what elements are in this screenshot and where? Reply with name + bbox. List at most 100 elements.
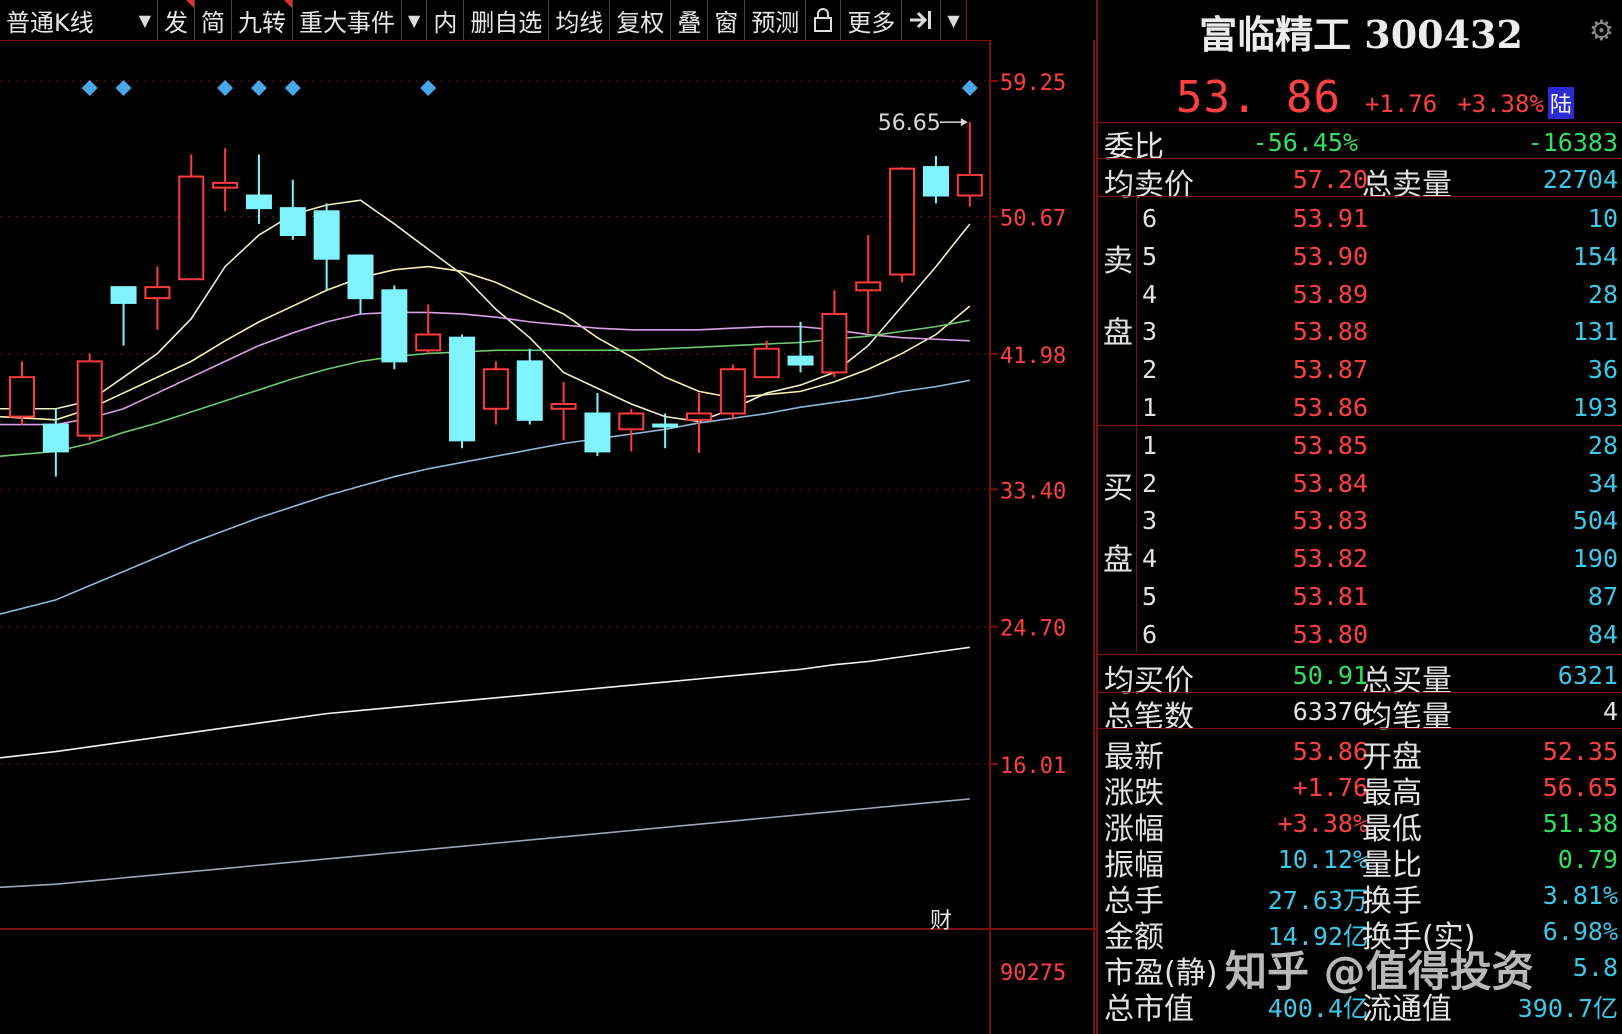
quote-line: 53. 86 +1.76 +3.38% 陆 xyxy=(1176,72,1574,123)
candle xyxy=(855,235,882,333)
candle xyxy=(313,203,340,291)
candle-body xyxy=(482,368,509,410)
buy-volume: 190 xyxy=(1572,544,1618,574)
period-selector[interactable]: 普通K线 ▼ xyxy=(0,0,158,40)
sell-volume: 36 xyxy=(1587,355,1618,385)
financial-report-marker[interactable]: 财 xyxy=(930,903,952,935)
sell-side-label: 卖盘 xyxy=(1100,226,1136,370)
candle xyxy=(753,340,780,379)
sell-level: 4 xyxy=(1142,279,1158,309)
toolbar-item-jiuzhuan[interactable]: 九转 xyxy=(232,0,293,40)
candle xyxy=(144,266,171,330)
price-tick-label: 41.98 xyxy=(1000,344,1066,369)
stat-value2: 52.35 xyxy=(1542,736,1618,766)
buy-side-char: 盘 xyxy=(1103,542,1133,578)
sell-side-char: 卖 xyxy=(1103,244,1133,279)
toolbar-item-remove-watchlist[interactable]: 删自选 xyxy=(464,0,550,40)
toolbar-item-jian[interactable]: 简 xyxy=(195,0,232,40)
buy-price[interactable]: 53.83 xyxy=(1293,506,1368,535)
candle-body xyxy=(787,355,814,366)
toolbar-item-forecast[interactable]: 预测 xyxy=(745,0,807,40)
event-markers xyxy=(81,80,978,96)
buy-level: 4 xyxy=(1142,544,1158,574)
exit-icon[interactable] xyxy=(902,0,942,40)
toolbar-item-nei[interactable]: 内 xyxy=(427,0,465,40)
candle-body xyxy=(821,312,848,374)
candle xyxy=(9,361,35,425)
panel-divider xyxy=(1098,196,1622,197)
sell-price[interactable]: 53.89 xyxy=(1293,280,1368,309)
toolbar-item-major-events[interactable]: 重大事件 xyxy=(293,0,402,40)
stat-value: 27.63万 xyxy=(1267,885,1368,915)
candle xyxy=(550,381,577,441)
lock-icon[interactable] xyxy=(806,0,842,40)
sell-level: 3 xyxy=(1142,317,1158,347)
chevron-down-icon: ▼ xyxy=(947,10,960,30)
toolbar-item-window[interactable]: 窗 xyxy=(708,0,746,40)
buy-side-char: 买 xyxy=(1103,470,1133,506)
sell-price[interactable]: 53.88 xyxy=(1293,317,1368,346)
major-events-label: 重大事件 xyxy=(299,8,395,37)
event-marker-icon xyxy=(217,80,234,96)
buy-price[interactable]: 53.80 xyxy=(1293,620,1368,649)
moving-average-line xyxy=(0,379,970,615)
candle xyxy=(482,361,509,425)
candle xyxy=(618,408,645,452)
sell-price[interactable]: 53.91 xyxy=(1293,204,1368,233)
toolbar-item-more[interactable]: 更多 xyxy=(841,0,903,40)
candle-body xyxy=(381,289,408,363)
buy-volume: 84 xyxy=(1587,619,1618,649)
stat-value2: 6.98% xyxy=(1542,916,1618,946)
candle-body xyxy=(956,173,983,197)
candle-body xyxy=(76,360,103,437)
toolbar-item-overlay[interactable]: 叠 xyxy=(671,0,709,40)
candle xyxy=(922,156,949,204)
event-marker-icon xyxy=(250,80,267,96)
major-events-dropdown[interactable]: ▼ xyxy=(402,0,428,40)
sell-level: 5 xyxy=(1142,241,1158,271)
candle xyxy=(381,285,408,370)
candle xyxy=(279,179,306,240)
totals-label: 总笔数 xyxy=(1104,699,1194,735)
stat-value: 10.12% xyxy=(1277,844,1368,874)
price-change-pct: +3.38% xyxy=(1457,90,1544,118)
candle-body xyxy=(550,403,577,410)
stat-value2: 51.38 xyxy=(1542,808,1618,838)
price-tick-label: 24.70 xyxy=(1000,617,1066,642)
toolbar-item-moving-avg[interactable]: 均线 xyxy=(549,0,611,40)
candle-body xyxy=(922,166,949,197)
sell-volume: 193 xyxy=(1572,393,1618,422)
period-label: 普通K线 xyxy=(6,8,94,37)
chart-toolbar: 普通K线 ▼ 发 简 九转 重大事件 ▼ 内 删自选 均线 复权 叠 窗 预测 … xyxy=(0,0,992,41)
sell-price[interactable]: 53.87 xyxy=(1293,355,1368,384)
panel-divider xyxy=(1098,158,1622,159)
sell-price[interactable]: 53.86 xyxy=(1293,393,1368,422)
candle xyxy=(245,154,272,224)
candle-body xyxy=(516,360,543,421)
kline-chart[interactable]: 59.25 50.67 41.98 33.40 24.70 16.01 90275 56.65 xyxy=(0,40,1096,1034)
candle xyxy=(110,286,137,346)
candle-body xyxy=(753,347,780,379)
candle xyxy=(584,392,611,457)
stat-value2: 0.79 xyxy=(1557,844,1618,874)
high-price-annotation: 56.65 xyxy=(878,111,941,136)
avg-ask-label: 均卖价 xyxy=(1104,168,1194,203)
toolbar-item-fa[interactable]: 发 xyxy=(158,0,195,40)
buy-price[interactable]: 53.82 xyxy=(1293,544,1368,573)
sell-level: 6 xyxy=(1142,204,1158,233)
toolbar-dropdown[interactable]: ▼ xyxy=(941,0,967,40)
totals-label2: 均笔量 xyxy=(1362,699,1452,735)
buy-price[interactable]: 53.84 xyxy=(1293,469,1368,498)
price-tick-label: 16.01 xyxy=(1000,754,1066,779)
buy-price[interactable]: 53.81 xyxy=(1293,582,1368,611)
buy-level: 1 xyxy=(1142,430,1158,460)
event-marker-icon xyxy=(284,80,301,96)
toolbar-item-adjust[interactable]: 复权 xyxy=(610,0,672,40)
sell-price[interactable]: 53.90 xyxy=(1293,242,1368,271)
candle-body xyxy=(313,210,340,260)
buy-price[interactable]: 53.85 xyxy=(1293,431,1368,460)
price-tick-label: 50.67 xyxy=(1000,207,1066,232)
totals-value2: 4 xyxy=(1602,696,1618,726)
gear-icon[interactable]: ⚙ xyxy=(1589,14,1614,47)
weibi-pct: -56.45% xyxy=(1252,128,1358,157)
